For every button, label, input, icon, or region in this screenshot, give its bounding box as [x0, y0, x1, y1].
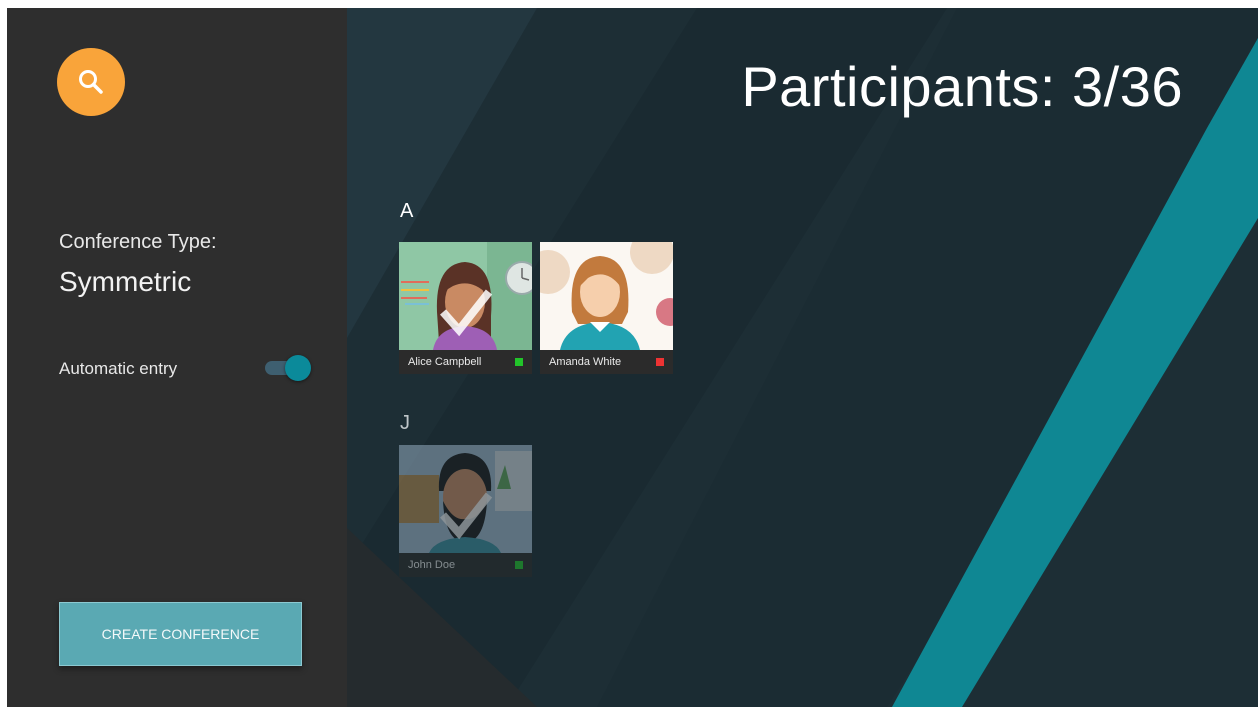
sidebar: Conference Type: Symmetric Automatic ent… [7, 8, 347, 707]
participant-card-john-doe[interactable]: John Doe [399, 445, 532, 577]
participant-name: Amanda White [549, 356, 622, 368]
automatic-entry-toggle[interactable] [265, 355, 313, 381]
participant-avatar [399, 445, 532, 553]
search-icon [79, 70, 103, 94]
participant-card-alice-campbell[interactable]: Alice Campbell [399, 242, 532, 374]
automatic-entry-label: Automatic entry [59, 359, 178, 378]
participant-avatar [399, 242, 532, 350]
search-button[interactable] [57, 48, 125, 116]
app-window: Conference Type: Symmetric Automatic ent… [7, 8, 1258, 707]
participant-name: John Doe [408, 559, 456, 571]
participant-avatar [540, 242, 673, 350]
toggle-thumb [285, 355, 311, 381]
status-indicator-online [515, 358, 523, 366]
participant-name: Alice Campbell [408, 356, 482, 368]
participants-panel: Participants: 3/36 A Alice Campbell Aman… [347, 8, 1258, 707]
participants-count-title: Participants: 3/36 [741, 55, 1183, 118]
create-conference-button[interactable]: CREATE CONFERENCE [59, 602, 302, 666]
group-letter-a: A [400, 200, 414, 222]
participant-caption: John Doe [399, 553, 532, 577]
conference-type-label: Conference Type: [59, 231, 217, 253]
group-letter-j: J [400, 412, 410, 434]
selected-check-icon [440, 492, 493, 540]
status-indicator-online [515, 561, 523, 569]
participant-card-amanda-white[interactable]: Amanda White [540, 242, 673, 374]
participant-caption: Amanda White [540, 350, 673, 374]
selected-check-icon [440, 289, 493, 337]
participant-caption: Alice Campbell [399, 350, 532, 374]
status-indicator-busy [656, 358, 664, 366]
conference-type-value[interactable]: Symmetric [59, 266, 191, 298]
